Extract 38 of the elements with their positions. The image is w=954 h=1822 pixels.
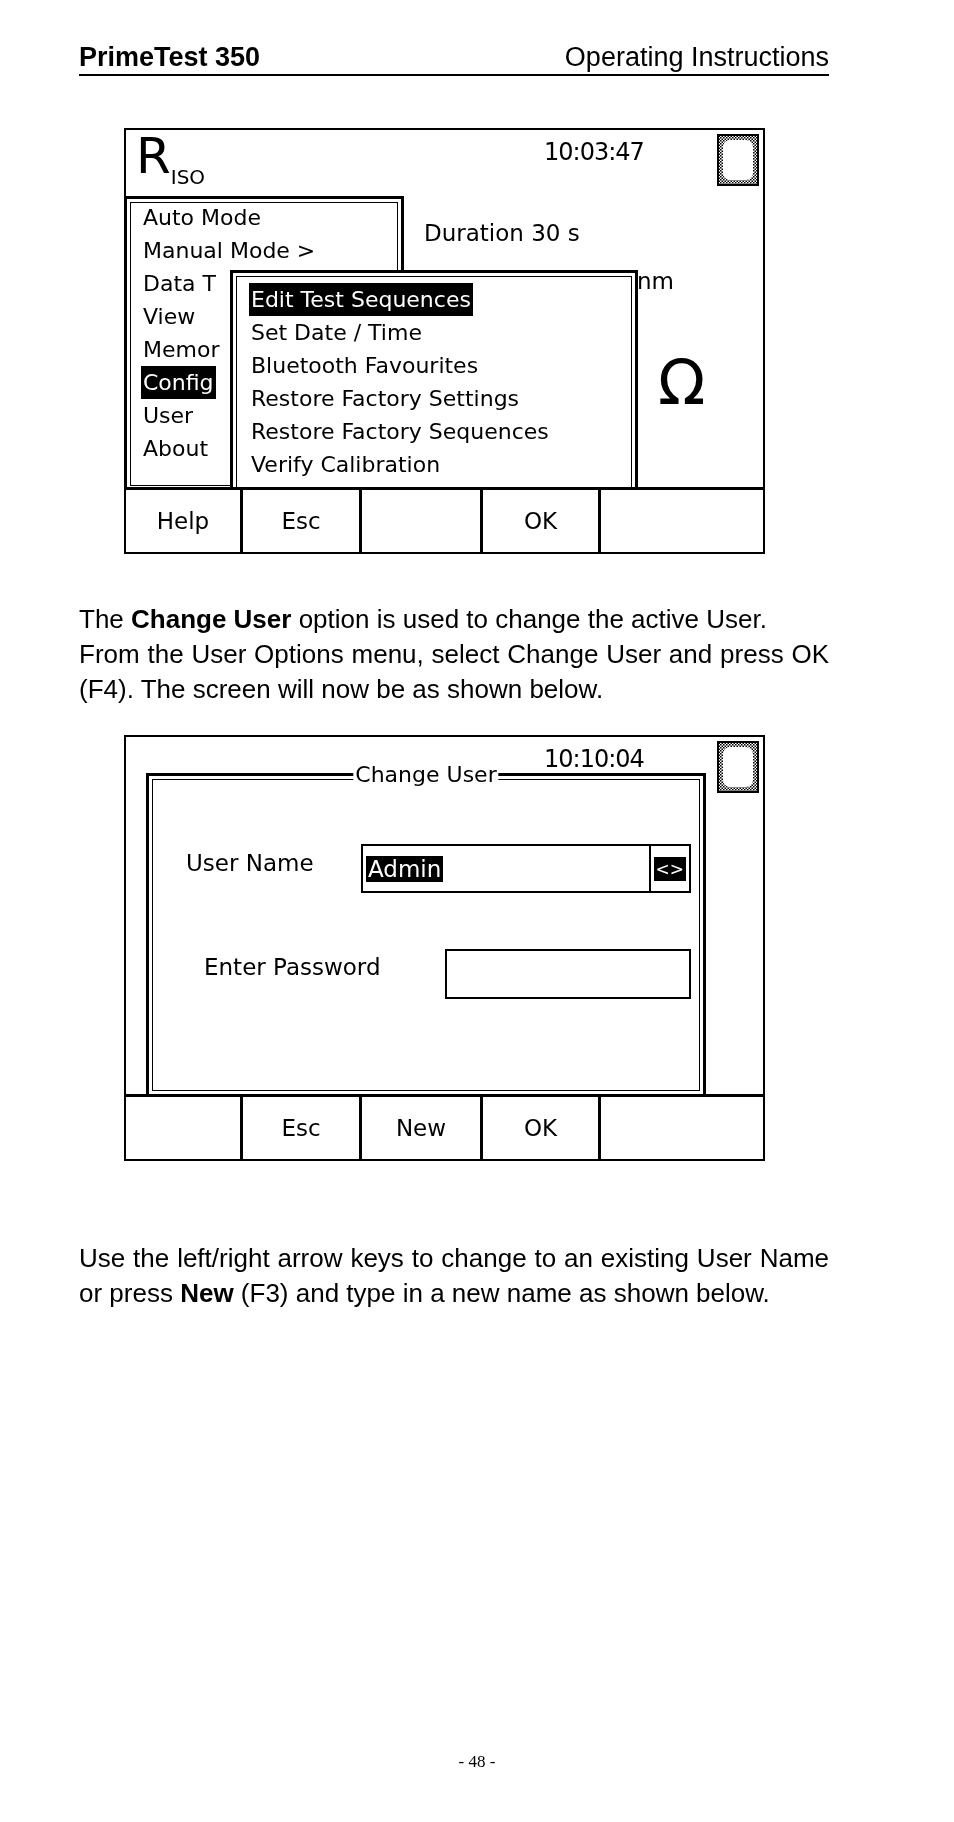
section-title: Operating Instructions xyxy=(564,41,829,74)
clock-time: 10:03:47 xyxy=(544,138,644,166)
reading-text: Duration 30 s xyxy=(424,220,580,246)
softkey[interactable]: OK xyxy=(483,1097,601,1159)
product-name: PrimeTest 350 xyxy=(79,41,261,74)
paragraph: Use the left/right arrow keys to change to an existing User Name or press New (F3) and type in a new name as shown below. xyxy=(79,1242,829,1310)
submenu-item[interactable]: Edit Test Sequences xyxy=(249,283,473,316)
submenu-item[interactable]: Set Date / Time xyxy=(249,316,424,349)
field-label: User Name xyxy=(186,850,314,876)
submenu-item[interactable]: Verify Calibration xyxy=(249,448,443,481)
battery-icon xyxy=(717,134,759,186)
softkey[interactable]: Help xyxy=(126,490,243,552)
reading-text: nm xyxy=(637,268,674,294)
field-label: Enter Password xyxy=(204,954,381,980)
menu-item[interactable]: User xyxy=(141,399,196,432)
reading-text: Ω xyxy=(658,348,706,418)
paragraph: The Change User option is used to change the active User. xyxy=(79,603,768,636)
submenu-item[interactable]: Restore Factory Sequences xyxy=(249,415,551,448)
paragraph: From the User Options menu, select Change User and press OK (F4). The screen will now be as shown below. xyxy=(79,638,829,706)
menu-item[interactable]: Data T xyxy=(141,267,218,300)
softkey[interactable]: Esc xyxy=(243,1097,362,1159)
password-field[interactable] xyxy=(445,949,691,999)
menu-item[interactable]: Manual Mode > xyxy=(141,234,318,267)
softkey[interactable]: OK xyxy=(483,490,601,552)
page-number: - 48 - xyxy=(457,1752,497,1772)
battery-icon xyxy=(717,741,759,793)
softkey[interactable]: New xyxy=(362,1097,483,1159)
menu-item[interactable]: Config xyxy=(141,366,216,399)
menu-item[interactable]: View xyxy=(141,300,198,333)
measurement-title: R$_{ISO}$ xyxy=(136,130,206,187)
clock-time: 10:10:04 xyxy=(544,745,644,773)
submenu-item[interactable]: Bluetooth Favourites xyxy=(249,349,481,382)
submenu-item[interactable]: Restore Factory Settings xyxy=(249,382,522,415)
softkey[interactable]: Esc xyxy=(243,490,362,552)
user-name-selector[interactable]: Admin <> xyxy=(361,844,691,893)
menu-item[interactable]: Auto Mode xyxy=(141,201,263,234)
menu-item[interactable]: Memor xyxy=(141,333,222,366)
menu-item[interactable]: About xyxy=(141,432,211,465)
